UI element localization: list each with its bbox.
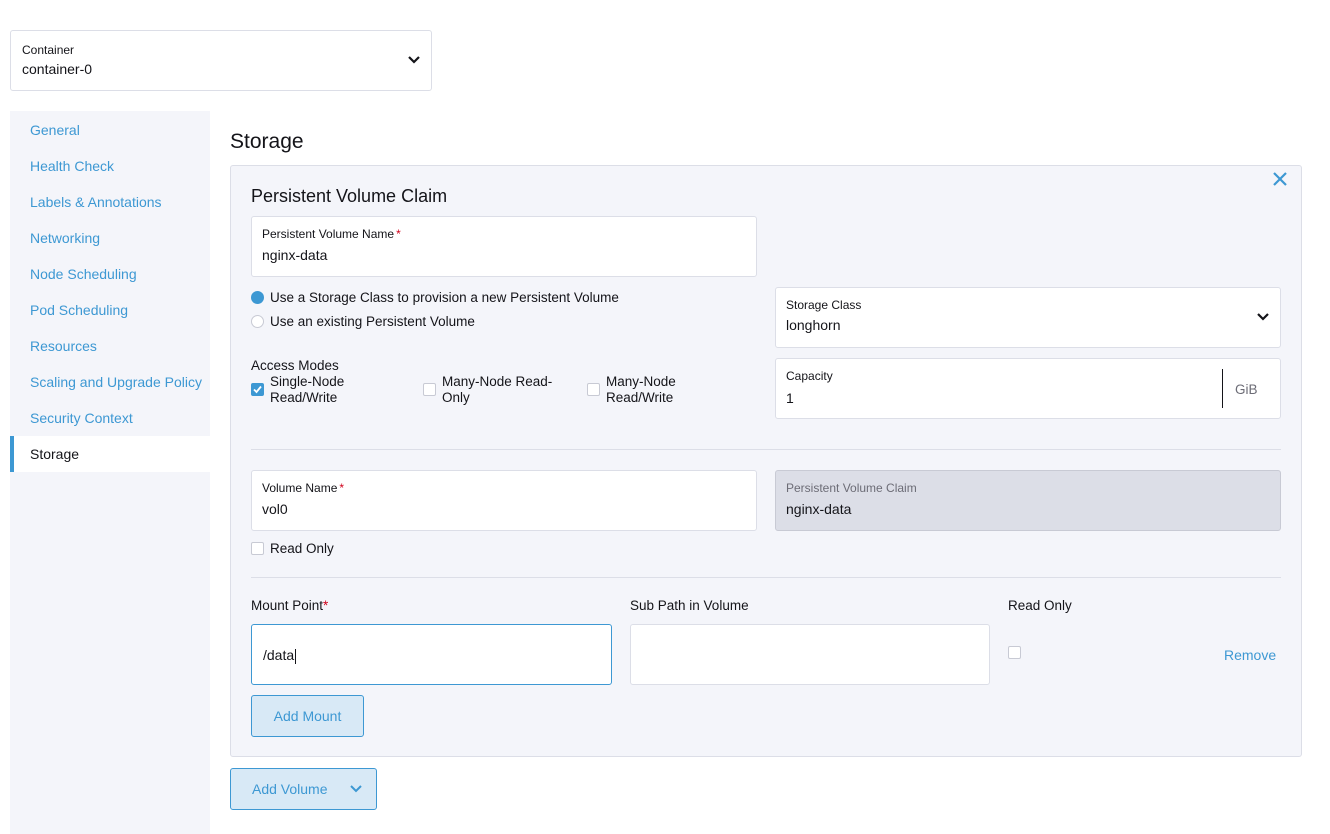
chevron-down-icon — [408, 56, 420, 64]
chevron-down-icon — [350, 785, 362, 793]
mount-point-value: /data — [263, 647, 295, 663]
pvc-readonly-value: nginx-data — [786, 501, 852, 517]
pv-name-value: nginx-data — [262, 247, 328, 263]
close-icon[interactable] — [1271, 170, 1289, 188]
access-mode-label-line: Single-Node — [270, 374, 345, 389]
access-mode-label-line: Many-Node — [606, 374, 676, 389]
radio-storage-class-label: Use a Storage Class to provision a new P… — [270, 290, 619, 305]
sub-path-input[interactable] — [630, 624, 990, 685]
required-asterisk: * — [323, 598, 329, 613]
side-nav: General Health Check Labels & Annotation… — [10, 111, 210, 834]
pvc-readonly-field: Persistent Volume Claim nginx-data — [775, 470, 1281, 531]
add-mount-button[interactable]: Add Mount — [251, 695, 364, 737]
sidebar-item-labels-annotations[interactable]: Labels & Annotations — [10, 184, 210, 220]
storage-class-select[interactable]: Storage Class longhorn — [775, 287, 1281, 348]
sidebar-item-networking[interactable]: Networking — [10, 220, 210, 256]
container-select-label: Container — [22, 43, 75, 57]
capacity-unit-divider — [1222, 369, 1223, 408]
radio-existing-pv-label: Use an existing Persistent Volume — [270, 314, 475, 329]
volume-name-value: vol0 — [262, 501, 288, 517]
add-volume-label: Add Volume — [252, 781, 328, 797]
access-mode-many-rw-checkbox[interactable] — [587, 383, 600, 396]
volume-read-only-checkbox[interactable] — [251, 542, 264, 555]
capacity-value: 1 — [786, 390, 794, 406]
access-mode-single-rw-label: Single-Node Read/Write — [270, 374, 344, 406]
radio-unselected-icon — [251, 315, 264, 328]
sidebar-item-health-check[interactable]: Health Check — [10, 148, 210, 184]
capacity-unit: GiB — [1235, 382, 1258, 397]
pvc-readonly-label: Persistent Volume Claim — [786, 481, 917, 495]
required-asterisk: * — [396, 227, 401, 241]
mount-read-only-checkbox[interactable] — [1008, 646, 1021, 659]
pv-name-label-text: Persistent Volume Name — [262, 227, 395, 241]
remove-mount-link[interactable]: Remove — [1224, 647, 1276, 663]
sidebar-item-resources[interactable]: Resources — [10, 328, 210, 364]
access-modes-label: Access Modes — [251, 358, 339, 373]
sidebar-item-node-scheduling[interactable]: Node Scheduling — [10, 256, 210, 292]
capacity-field[interactable]: Capacity 1 GiB — [775, 358, 1281, 419]
mount-read-only-header: Read Only — [1008, 598, 1072, 613]
pv-name-label: Persistent Volume Name * — [262, 227, 401, 241]
radio-existing-pv[interactable]: Use an existing Persistent Volume — [251, 314, 475, 329]
section-divider — [251, 449, 1281, 450]
access-mode-single-rw-checkbox[interactable] — [251, 383, 264, 396]
sidebar-item-general[interactable]: General — [10, 112, 210, 148]
access-mode-label-line: Read/Write — [606, 390, 674, 405]
required-asterisk: * — [339, 481, 345, 495]
container-select[interactable]: Container container-0 — [10, 30, 432, 91]
access-mode-label-line: Read/Write — [270, 390, 338, 405]
sidebar-item-scaling-upgrade-policy[interactable]: Scaling and Upgrade Policy — [10, 364, 210, 400]
sub-path-header: Sub Path in Volume — [630, 598, 749, 613]
volume-name-field[interactable]: Volume Name * vol0 — [251, 470, 757, 531]
pvc-section-title: Persistent Volume Claim — [251, 186, 448, 206]
container-select-value: container-0 — [22, 61, 93, 77]
mount-point-header: Mount Point* — [251, 598, 328, 613]
add-volume-button[interactable]: Add Volume — [230, 768, 377, 810]
checkmark-icon — [253, 385, 262, 394]
access-mode-many-ro-label: Many-Node Read- Only — [442, 374, 552, 406]
sidebar-item-storage[interactable]: Storage — [10, 436, 210, 472]
radio-storage-class[interactable]: Use a Storage Class to provision a new P… — [251, 290, 619, 305]
mount-point-header-text: Mount Point — [251, 598, 324, 613]
storage-class-value: longhorn — [786, 317, 841, 333]
sidebar-item-pod-scheduling[interactable]: Pod Scheduling — [10, 292, 210, 328]
mount-point-input[interactable]: /data — [251, 624, 612, 685]
volume-name-label: Volume Name * — [262, 481, 344, 495]
access-mode-many-ro-checkbox[interactable] — [423, 383, 436, 396]
access-mode-label-line: Many-Node Read- — [442, 374, 553, 389]
storage-class-label: Storage Class — [786, 298, 862, 312]
page-title: Storage — [230, 130, 304, 153]
access-mode-label-line: Only — [442, 390, 470, 405]
radio-selected-icon — [251, 291, 264, 304]
section-divider — [251, 577, 1281, 578]
sidebar-item-security-context[interactable]: Security Context — [10, 400, 210, 436]
text-cursor — [295, 648, 297, 664]
persistent-volume-name-field[interactable]: Persistent Volume Name * nginx-data — [251, 216, 757, 277]
volume-name-label-text: Volume Name — [262, 481, 338, 495]
chevron-down-icon — [1257, 313, 1269, 321]
volume-read-only-label: Read Only — [270, 541, 334, 556]
access-mode-many-rw-label: Many-Node Read/Write — [606, 374, 676, 406]
capacity-label: Capacity — [786, 369, 833, 383]
